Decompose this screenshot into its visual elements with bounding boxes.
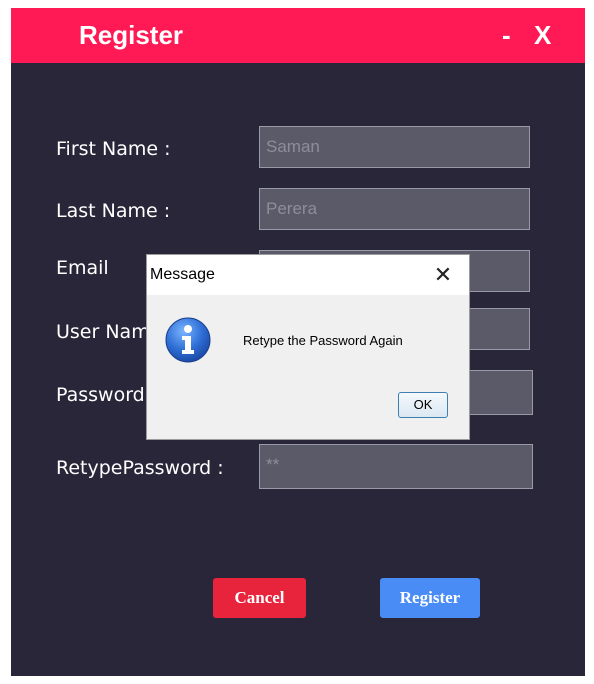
last-name-field[interactable]: Perera — [259, 188, 530, 230]
password-label: Password : — [56, 384, 158, 406]
minimize-button[interactable]: - — [502, 20, 511, 51]
info-icon — [165, 317, 211, 363]
close-button[interactable]: X — [534, 20, 551, 51]
first-name-field[interactable]: Saman — [259, 126, 530, 168]
email-label: Email — [56, 257, 109, 279]
register-button[interactable]: Register — [380, 578, 480, 618]
retype-password-label: RetypePassword : — [56, 457, 224, 479]
message-dialog: Message ✕ Retype the Password Again OK — [146, 254, 470, 440]
retype-password-field[interactable]: ** — [259, 444, 533, 489]
first-name-label: First Name : — [56, 138, 171, 160]
dialog-message: Retype the Password Again — [243, 333, 403, 348]
last-name-label: Last Name : — [56, 200, 171, 222]
dialog-title: Message — [150, 266, 215, 283]
dialog-close-icon[interactable]: ✕ — [428, 261, 458, 289]
ok-button[interactable]: OK — [398, 392, 448, 418]
dialog-title-bar: Message ✕ — [147, 255, 469, 295]
window-title: Register — [79, 20, 184, 50]
title-bar: Register - X — [11, 8, 585, 63]
cancel-button[interactable]: Cancel — [213, 578, 306, 618]
